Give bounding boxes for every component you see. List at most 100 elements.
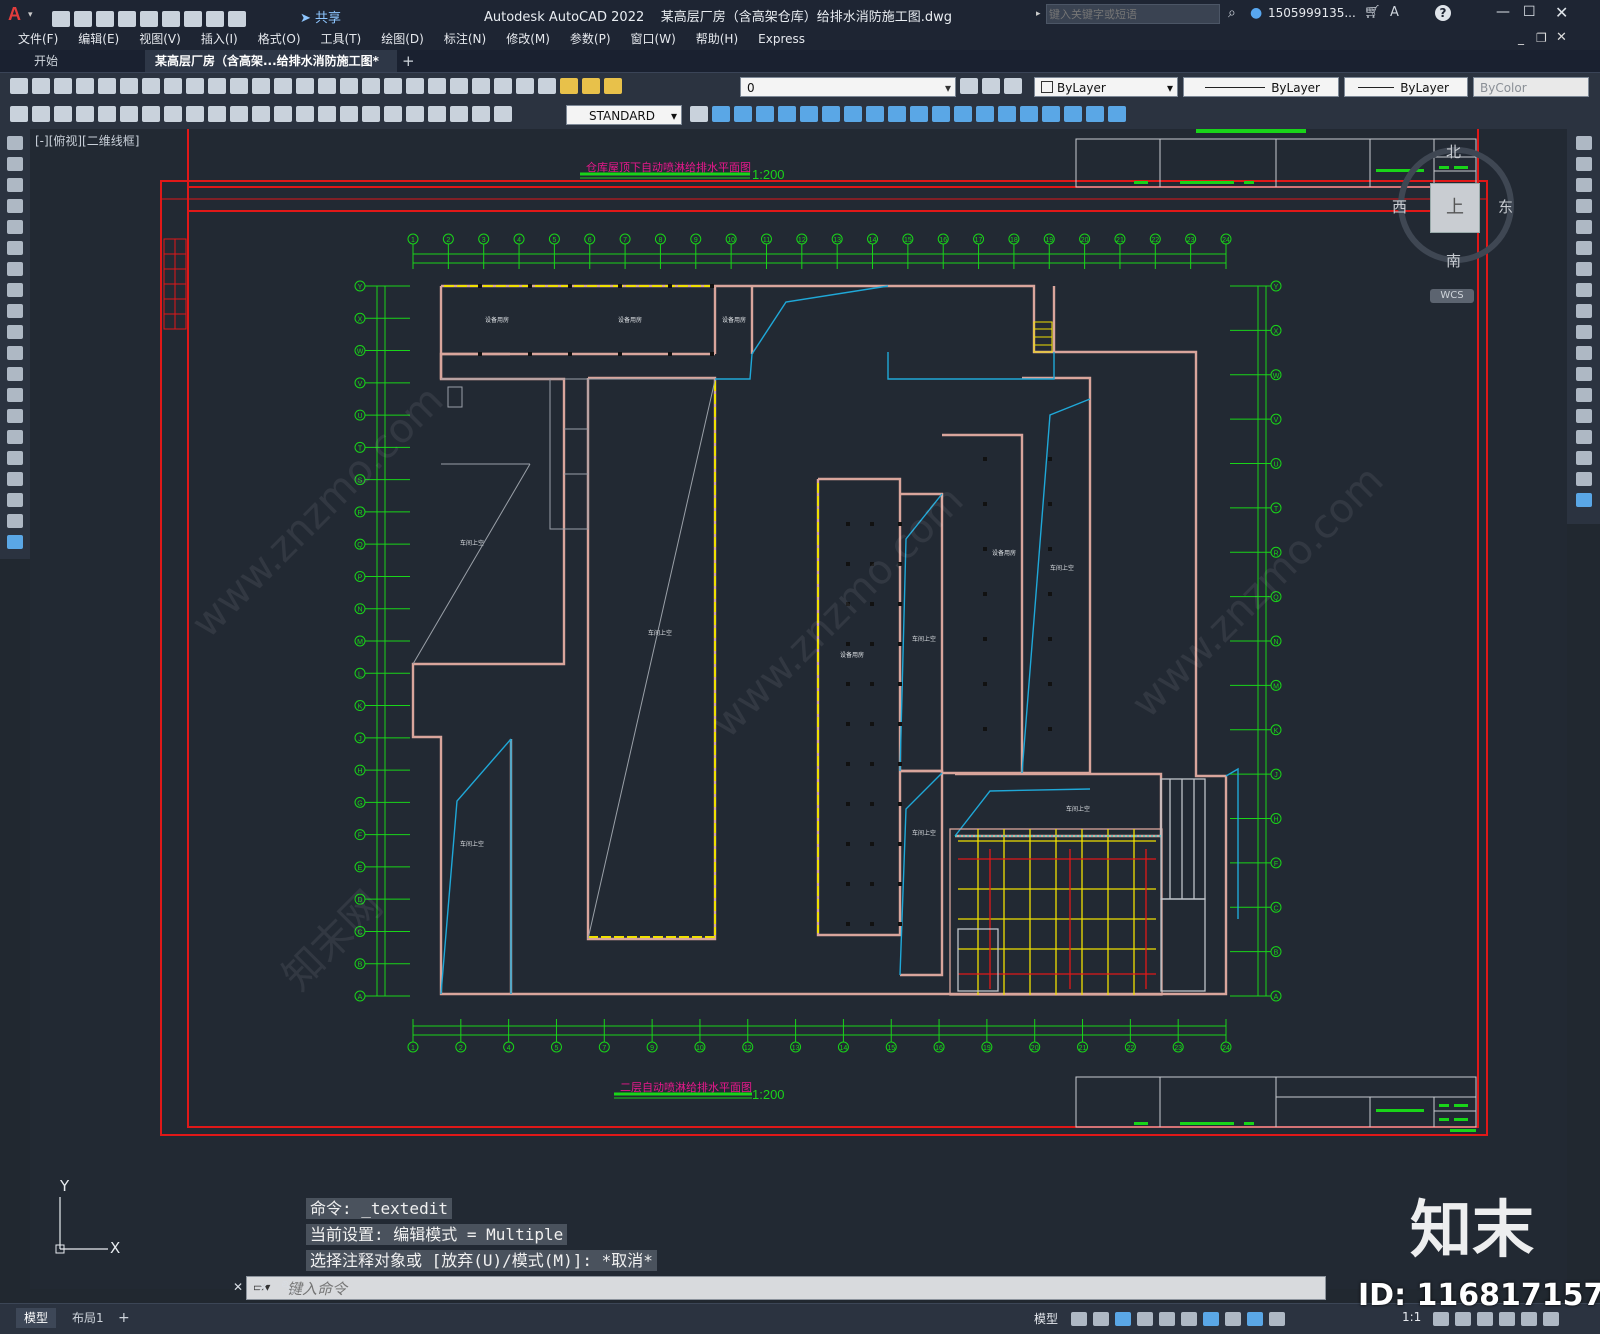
dim-break-icon[interactable] bbox=[340, 106, 358, 122]
polar-icon[interactable] bbox=[1137, 1312, 1153, 1326]
dim-space-icon[interactable] bbox=[318, 106, 336, 122]
markup-icon[interactable] bbox=[472, 78, 490, 94]
layer-lock-icon[interactable] bbox=[604, 78, 622, 94]
tool-palettes-icon[interactable] bbox=[428, 78, 446, 94]
undo-arrow-icon[interactable] bbox=[252, 78, 270, 94]
redo-arrow-icon[interactable] bbox=[274, 78, 292, 94]
pan-icon[interactable] bbox=[296, 78, 314, 94]
model-space-button[interactable]: 模型 bbox=[1034, 1310, 1058, 1327]
arc-tool-icon[interactable] bbox=[7, 241, 23, 255]
menu-insert[interactable]: 插入(I) bbox=[191, 28, 248, 50]
trim-tool-icon[interactable] bbox=[1575, 325, 1592, 339]
search-expand-icon[interactable]: ▸ bbox=[1036, 9, 1041, 19]
erase-tool-icon[interactable] bbox=[1575, 136, 1592, 150]
search-input[interactable] bbox=[1047, 5, 1219, 23]
share-button[interactable]: ➤ 共享 bbox=[300, 7, 341, 26]
save-web-icon[interactable] bbox=[162, 11, 180, 27]
3d-box-icon[interactable] bbox=[712, 106, 730, 122]
menu-window[interactable]: 窗口(W) bbox=[621, 28, 686, 50]
undo-icon[interactable] bbox=[206, 11, 224, 27]
model-tab[interactable]: 模型 bbox=[16, 1308, 57, 1328]
3d-sphere-icon[interactable] bbox=[778, 106, 796, 122]
join-tool-icon[interactable] bbox=[1575, 409, 1592, 423]
tab-start[interactable]: 开始 bbox=[22, 50, 142, 72]
angular-dim-icon[interactable] bbox=[230, 106, 248, 122]
break-point-icon[interactable] bbox=[1575, 367, 1592, 381]
qnew-icon[interactable] bbox=[10, 78, 28, 94]
stretch-tool-icon[interactable] bbox=[1575, 304, 1592, 318]
linetype-dropdown[interactable]: ByLayer bbox=[1183, 77, 1339, 97]
circle-tool-icon[interactable] bbox=[7, 262, 23, 276]
union-icon[interactable] bbox=[976, 106, 994, 122]
extend-tool-icon[interactable] bbox=[1575, 346, 1592, 360]
blend-tool-icon[interactable] bbox=[1575, 472, 1592, 486]
continue-dim-icon[interactable] bbox=[296, 106, 314, 122]
add-selected-icon[interactable] bbox=[7, 535, 23, 549]
make-block-icon[interactable] bbox=[7, 388, 23, 402]
3d-polysolid-icon[interactable] bbox=[866, 106, 884, 122]
clean-screen-icon[interactable] bbox=[1521, 1312, 1537, 1326]
properties-icon[interactable] bbox=[384, 78, 402, 94]
menu-dimension[interactable]: 标注(N) bbox=[434, 28, 496, 50]
copy-tool-icon[interactable] bbox=[1575, 157, 1592, 171]
workspace-gear-icon[interactable] bbox=[1433, 1312, 1449, 1326]
dim-edit-icon[interactable] bbox=[450, 106, 468, 122]
tool-a-icon[interactable] bbox=[10, 106, 28, 122]
help-toolbar-icon[interactable] bbox=[516, 78, 534, 94]
layer-on-icon[interactable] bbox=[560, 78, 578, 94]
loft-icon[interactable] bbox=[954, 106, 972, 122]
3d-cone-icon[interactable] bbox=[756, 106, 774, 122]
menu-edit[interactable]: 编辑(E) bbox=[68, 28, 129, 50]
doc-restore-icon[interactable]: ❐ bbox=[1536, 31, 1547, 45]
annotation-visibility-icon[interactable] bbox=[1247, 1312, 1263, 1326]
table-tool-icon[interactable] bbox=[7, 493, 23, 507]
menu-modify[interactable]: 修改(M) bbox=[496, 28, 560, 50]
diameter-dim-icon[interactable] bbox=[208, 106, 226, 122]
aligned-dim-icon[interactable] bbox=[98, 106, 116, 122]
dim-update-icon[interactable] bbox=[494, 106, 512, 122]
annotation-monitor-icon[interactable] bbox=[1455, 1312, 1471, 1326]
break-tool-icon[interactable] bbox=[1575, 388, 1592, 402]
plotstyle-dropdown[interactable]: ByColor bbox=[1473, 77, 1589, 97]
drawing-canvas[interactable]: [-][俯视][二维线框] 仓库屋顶下自动喷淋给排水平面图 1:200 二层自动… bbox=[30, 129, 1567, 1289]
wcs-menu-button[interactable]: WCS bbox=[1430, 289, 1474, 303]
viewcube-west[interactable]: 西 bbox=[1392, 196, 1407, 217]
insert-block-icon[interactable] bbox=[7, 367, 23, 381]
preview-icon[interactable] bbox=[98, 78, 116, 94]
save-icon[interactable] bbox=[96, 11, 114, 27]
menu-file[interactable]: 文件(F) bbox=[8, 28, 68, 50]
app-menu-chevron-icon[interactable]: ▾ bbox=[28, 10, 33, 20]
ellipse-arc-tool-icon[interactable] bbox=[7, 346, 23, 360]
3d-move-icon[interactable] bbox=[1042, 106, 1060, 122]
offset-tool-icon[interactable] bbox=[1575, 199, 1592, 213]
hardware-accel-icon[interactable] bbox=[1499, 1312, 1515, 1326]
quick-dim-icon[interactable] bbox=[252, 106, 270, 122]
user-name[interactable]: 1505999135... bbox=[1268, 6, 1356, 20]
zoom-previous-icon[interactable] bbox=[362, 78, 380, 94]
layer-properties-icon[interactable] bbox=[538, 78, 556, 94]
3d-wedge-icon[interactable] bbox=[734, 106, 752, 122]
tool-b-icon[interactable] bbox=[32, 106, 50, 122]
scale-tool-icon[interactable] bbox=[1575, 283, 1592, 297]
intersect-icon[interactable] bbox=[1020, 106, 1038, 122]
design-center-icon[interactable] bbox=[406, 78, 424, 94]
user-icon[interactable]: ● bbox=[1250, 5, 1262, 21]
command-customize-icon[interactable]: 🔧︎ bbox=[280, 1281, 297, 1296]
annotation-scale-icon[interactable] bbox=[1269, 1312, 1285, 1326]
isodraft-icon[interactable] bbox=[1159, 1312, 1175, 1326]
redo-icon[interactable] bbox=[228, 11, 246, 27]
autodesk-app-icon[interactable]: A bbox=[1390, 5, 1399, 20]
extrude-icon[interactable] bbox=[888, 106, 906, 122]
command-input[interactable] bbox=[285, 1279, 1289, 1299]
menu-format[interactable]: 格式(O) bbox=[248, 28, 311, 50]
doc-minimize-icon[interactable]: _ bbox=[1518, 31, 1524, 45]
maximize-icon[interactable]: ☐ bbox=[1523, 4, 1536, 20]
mirror-tool-icon[interactable] bbox=[1575, 178, 1592, 192]
sheet-set-icon[interactable] bbox=[450, 78, 468, 94]
search-icon[interactable]: ⌕ bbox=[1228, 5, 1236, 21]
open-file-icon[interactable] bbox=[32, 78, 50, 94]
color-dropdown[interactable]: ByLayer ▾ bbox=[1034, 77, 1178, 97]
osnap-icon[interactable] bbox=[1203, 1312, 1219, 1326]
isolate-objects-icon[interactable] bbox=[1477, 1312, 1493, 1326]
polygon-tool-icon[interactable] bbox=[7, 199, 23, 213]
